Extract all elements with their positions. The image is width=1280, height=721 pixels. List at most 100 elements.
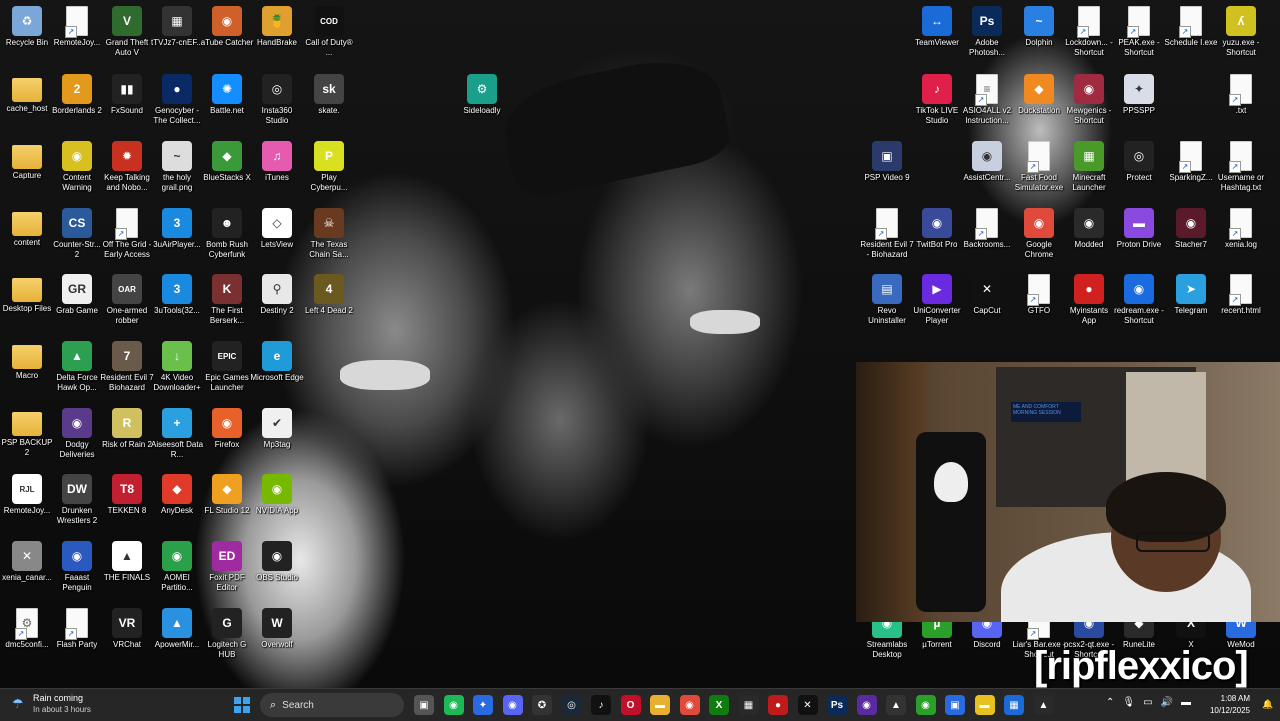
desktop-icon[interactable]: ~ the holy grail.png [150, 137, 204, 193]
desktop-icon[interactable]: ◉ Stacher7 [1164, 204, 1218, 250]
desktop-icon[interactable]: ◉ Firefox [200, 404, 254, 450]
desktop-icon[interactable]: Backrooms... [960, 204, 1014, 250]
spotify-icon[interactable]: ◉ [443, 695, 464, 715]
desktop-icon[interactable]: ◉ Mewgenics - Shortcut [1062, 70, 1116, 126]
discord-icon[interactable]: ◉ [502, 695, 523, 715]
desktop-icon[interactable]: ⚙dmc5confi... [0, 604, 54, 650]
desktop-icon[interactable]: T8 TEKKEN 8 [100, 470, 154, 516]
copilot-icon[interactable]: ✦ [473, 695, 493, 715]
capture-icon[interactable]: ▲ [1033, 695, 1054, 715]
desktop-icon[interactable]: 🍍 HandBrake [250, 2, 304, 48]
desktop-icon[interactable]: PEAK.exe - Shortcut [1112, 2, 1166, 58]
volume-icon[interactable]: 🔊 [1161, 697, 1173, 708]
desktop-icon[interactable]: ◎ Protect [1112, 137, 1166, 183]
tiktok-icon[interactable]: ♪ [591, 695, 611, 715]
desktop-icon[interactable]: K The First Berserk... [200, 270, 254, 326]
desktop-icon[interactable]: Macro [0, 337, 54, 381]
desktop-icon[interactable]: ED Foxit PDF Editor [200, 537, 254, 593]
desktop-icon[interactable]: e Microsoft Edge [250, 337, 304, 383]
desktop-icon[interactable]: EPIC Epic Games Launcher [200, 337, 254, 393]
desktop-icon[interactable]: ↓ 4K Video Downloader+ [150, 337, 204, 393]
taskbar-clock[interactable]: 1:08 AM 10/12/2025 [1200, 693, 1250, 717]
xbox-icon[interactable]: X [709, 695, 729, 715]
desktop-icon[interactable]: ⚙ Sideloadly [455, 70, 509, 116]
chrome-icon[interactable]: ◉ [679, 695, 700, 715]
desktop-icon[interactable]: ⚲ Destiny 2 [250, 270, 304, 316]
desktop-icon[interactable]: ▲ Delta Force Hawk Op... [50, 337, 104, 393]
desktop-icon[interactable]: ▲ THE FINALS [100, 537, 154, 583]
photos-app-icon[interactable]: ▦ [1004, 695, 1024, 715]
desktop-icon[interactable]: ↔ TeamViewer [910, 2, 964, 48]
ai-assistant-icon[interactable]: ✪ [532, 695, 552, 715]
desktop-icon[interactable]: RJL RemoteJoy... [0, 470, 54, 516]
desktop-icon[interactable]: SparkingZ... [1164, 137, 1218, 183]
desktop-icon[interactable]: Flash Party [50, 604, 104, 650]
desktop-icon[interactable]: ▣ PSP Video 9 [860, 137, 914, 183]
desktop-icon[interactable]: ➤ Telegram [1164, 270, 1218, 316]
desktop-icon[interactable]: ▮▮ FxSound [100, 70, 154, 116]
desktop-icon[interactable]: ≡ASIO4ALL v2 Instruction... [960, 70, 1014, 126]
desktop-icon[interactable]: ◆ BlueStacks X [200, 137, 254, 183]
desktop-icon[interactable]: xenia.log [1214, 204, 1268, 250]
desktop-icon[interactable]: ◆ AnyDesk [150, 470, 204, 516]
desktop-icon[interactable]: ◉ TwitBot Pro [910, 204, 964, 250]
desktop-icon[interactable]: ✕ xenia_canar... [0, 537, 54, 583]
desktop-icon[interactable]: Desktop Files [0, 270, 54, 314]
desktop-icon[interactable]: ◉ Modded [1062, 204, 1116, 250]
capcut-icon[interactable]: ✕ [797, 695, 818, 715]
desktop-icon[interactable]: G Logitech G HUB [200, 604, 254, 660]
desktop-icon[interactable]: DW Drunken Wrestlers 2 [50, 470, 104, 526]
desktop-icon[interactable]: ✕ CapCut [960, 270, 1014, 316]
notes-icon[interactable]: ▬ [974, 695, 995, 715]
desktop-icon[interactable]: ◉ OBS Studio [250, 537, 304, 583]
desktop-icon[interactable]: ▦ tTVJz7-cnEF... [150, 2, 204, 48]
desktop-icon[interactable]: ◎ Insta360 Studio [250, 70, 304, 126]
desktop-icon[interactable]: ● Genocyber - The Collect... [150, 70, 204, 126]
desktop-icon[interactable]: sk skate. [302, 70, 356, 116]
desktop-icon[interactable]: V Grand Theft Auto V [100, 2, 154, 58]
desktop-icon[interactable]: ✦ PPSSPP [1112, 70, 1166, 116]
desktop-icon[interactable]: ◉ NVIDIA App [250, 470, 304, 516]
desktop-icon[interactable]: .txt [1214, 70, 1268, 116]
photoshop-icon[interactable]: Ps [827, 695, 847, 715]
desktop-icon[interactable]: Resident Evil 7 - Biohazard [860, 204, 914, 260]
desktop-icon[interactable]: ◉ Faaast Penguin [50, 537, 104, 593]
desktop-icon[interactable]: ✺ Battle.net [200, 70, 254, 116]
tor-browser-icon[interactable]: ◉ [856, 695, 877, 715]
weather-widget[interactable]: ☂ Rain coming In about 3 hours [12, 693, 91, 715]
desktop-icon[interactable]: RemoteJoy... [50, 2, 104, 48]
photos-icon[interactable]: ▦ [738, 695, 759, 715]
desktop-icon[interactable]: Lockdown... - Shortcut [1062, 2, 1116, 58]
microphone-icon[interactable]: 🎙 [1122, 697, 1135, 708]
battery-icon[interactable]: ▬ [1181, 697, 1191, 708]
desktop-icon[interactable]: content [0, 204, 54, 248]
desktop-icon[interactable]: OAR One-armed robber [100, 270, 154, 326]
desktop-icon[interactable]: ● Myinstants App [1062, 270, 1116, 326]
desktop-icon[interactable]: VR VRChat [100, 604, 154, 650]
desktop-icon[interactable]: 3 3uTools(32... [150, 270, 204, 316]
desktop-icon[interactable]: ʎ yuzu.exe - Shortcut [1214, 2, 1268, 58]
desktop-icon[interactable]: ~ Dolphin [1012, 2, 1066, 48]
desktop-icon[interactable]: 7 Resident Evil 7 Biohazard [100, 337, 154, 393]
steam-icon[interactable]: ◎ [561, 695, 582, 715]
chevron-up-icon[interactable]: ⌃ [1106, 697, 1114, 708]
vlc-icon[interactable]: ▲ [886, 695, 906, 715]
desktop-icon[interactable]: Off The Grid - Early Access [100, 204, 154, 260]
desktop-icon[interactable]: ◉ AssistCentr... [960, 137, 1014, 183]
desktop-icon[interactable]: ♫ iTunes [250, 137, 304, 183]
desktop-icon[interactable]: 3 3uAirPlayer... [150, 204, 204, 250]
desktop-icon[interactable]: ◉ Dodgy Deliveries [50, 404, 104, 460]
desktop-icon[interactable]: Capture [0, 137, 54, 181]
desktop-icon[interactable]: GR Grab Game [50, 270, 104, 316]
desktop-icon[interactable]: R Risk of Rain 2 [100, 404, 154, 450]
opera-gx-icon[interactable]: O [620, 695, 641, 715]
desktop-icon[interactable]: ◉ Content Warning [50, 137, 104, 193]
desktop-icon[interactable]: W Overwolf [250, 604, 304, 650]
desktop-icon[interactable]: ◇ LetsView [250, 204, 304, 250]
notification-bell-icon[interactable]: 🔔 [1262, 699, 1273, 709]
desktop-icon[interactable]: ▬ Proton Drive [1112, 204, 1166, 250]
file-explorer-icon[interactable]: ▬ [650, 695, 670, 715]
desktop-icon[interactable]: Ps Adobe Photosh... [960, 2, 1014, 58]
desktop-icon[interactable]: ▤ Revo Uninstaller [860, 270, 914, 326]
desktop-icon[interactable]: ◆ FL Studio 12 [200, 470, 254, 516]
